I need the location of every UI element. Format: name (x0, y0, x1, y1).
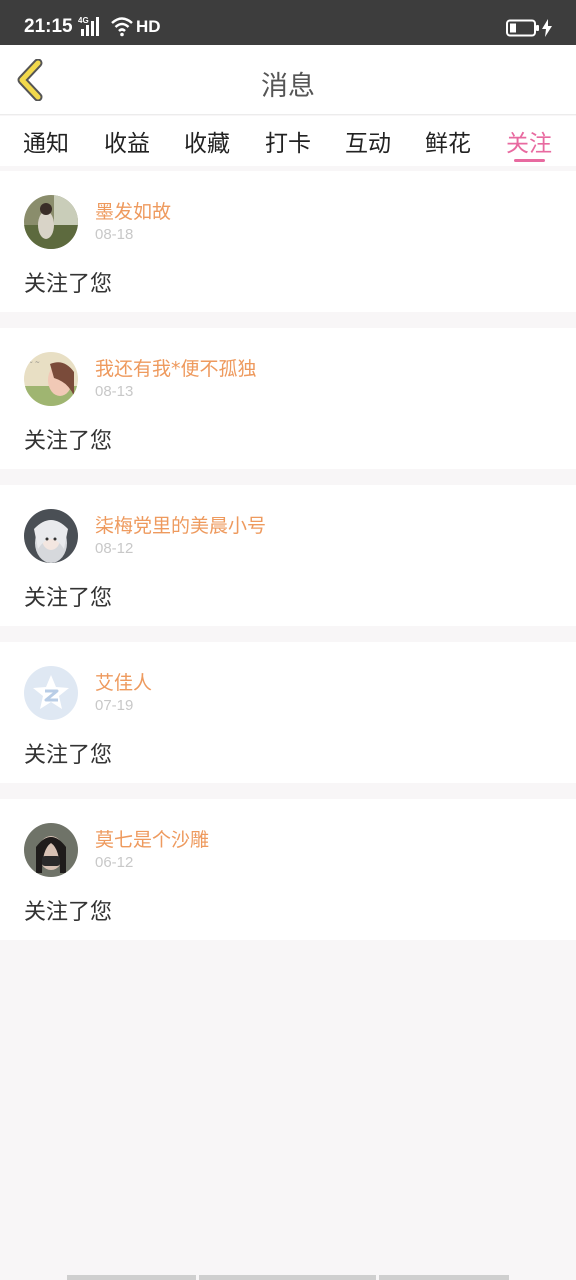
username[interactable]: 我还有我*便不孤独 (95, 354, 257, 381)
tab-bar: 通知 收益 收藏 打卡 互动 鲜花 关注 (0, 116, 576, 166)
svg-text:~ ~: ~ ~ (28, 359, 40, 366)
message-text: 关注了您 (24, 743, 113, 768)
tab-flowers[interactable]: 鲜花 (418, 124, 478, 158)
timestamp: 07-19 (95, 697, 134, 714)
avatar[interactable] (24, 823, 78, 877)
message-text: 关注了您 (24, 272, 113, 297)
username[interactable]: 柒梅党里的美晨小号 (95, 511, 266, 538)
status-time: 21:15 (24, 16, 73, 37)
message-text: 关注了您 (24, 429, 113, 454)
message-text: 关注了您 (24, 900, 113, 925)
list-item[interactable]: 莫七是个沙雕 06-12 关注了您 (0, 799, 576, 940)
timestamp: 08-12 (95, 540, 134, 557)
nav-gesture-bar-right (379, 1275, 509, 1280)
hd-indicator: HD (136, 17, 161, 36)
message-text: 关注了您 (24, 586, 113, 611)
header: 消息 (0, 45, 576, 115)
default-avatar-icon (24, 666, 78, 720)
list-item[interactable]: 墨发如故 08-18 关注了您 (0, 171, 576, 312)
avatar[interactable]: ~ ~ (24, 352, 78, 406)
list-item[interactable]: 艾佳人 07-19 关注了您 (0, 642, 576, 783)
username[interactable]: 墨发如故 (95, 197, 171, 224)
nav-gesture-bar-left (67, 1275, 196, 1280)
status-bar: 21:15 4G HD (0, 0, 576, 45)
battery-icon (506, 19, 539, 37)
list-item[interactable]: ~ ~ 我还有我*便不孤独 08-13 关注了您 (0, 328, 576, 469)
tab-interactions[interactable]: 互动 (338, 124, 398, 158)
tab-earnings[interactable]: 收益 (97, 124, 157, 158)
tab-notifications[interactable]: 通知 (16, 124, 76, 158)
signal-icon: 4G (78, 16, 99, 36)
network-type-label: 4G (78, 16, 89, 25)
username[interactable]: 莫七是个沙雕 (95, 825, 209, 852)
charging-icon (542, 19, 552, 37)
avatar[interactable] (24, 666, 78, 720)
username[interactable]: 艾佳人 (95, 668, 152, 695)
wifi-icon (111, 17, 133, 37)
nav-gesture-bar-center (199, 1275, 376, 1280)
avatar[interactable] (24, 195, 78, 249)
page-title: 消息 (261, 71, 315, 102)
timestamp: 06-12 (95, 854, 134, 871)
list-item[interactable]: 柒梅党里的美晨小号 08-12 关注了您 (0, 485, 576, 626)
tab-checkin[interactable]: 打卡 (258, 124, 318, 158)
timestamp: 08-13 (95, 383, 134, 400)
tab-follows[interactable]: 关注 (499, 124, 559, 158)
avatar[interactable] (24, 509, 78, 563)
timestamp: 08-18 (95, 226, 134, 243)
tab-favorites[interactable]: 收藏 (177, 124, 237, 158)
active-tab-indicator (514, 159, 545, 162)
